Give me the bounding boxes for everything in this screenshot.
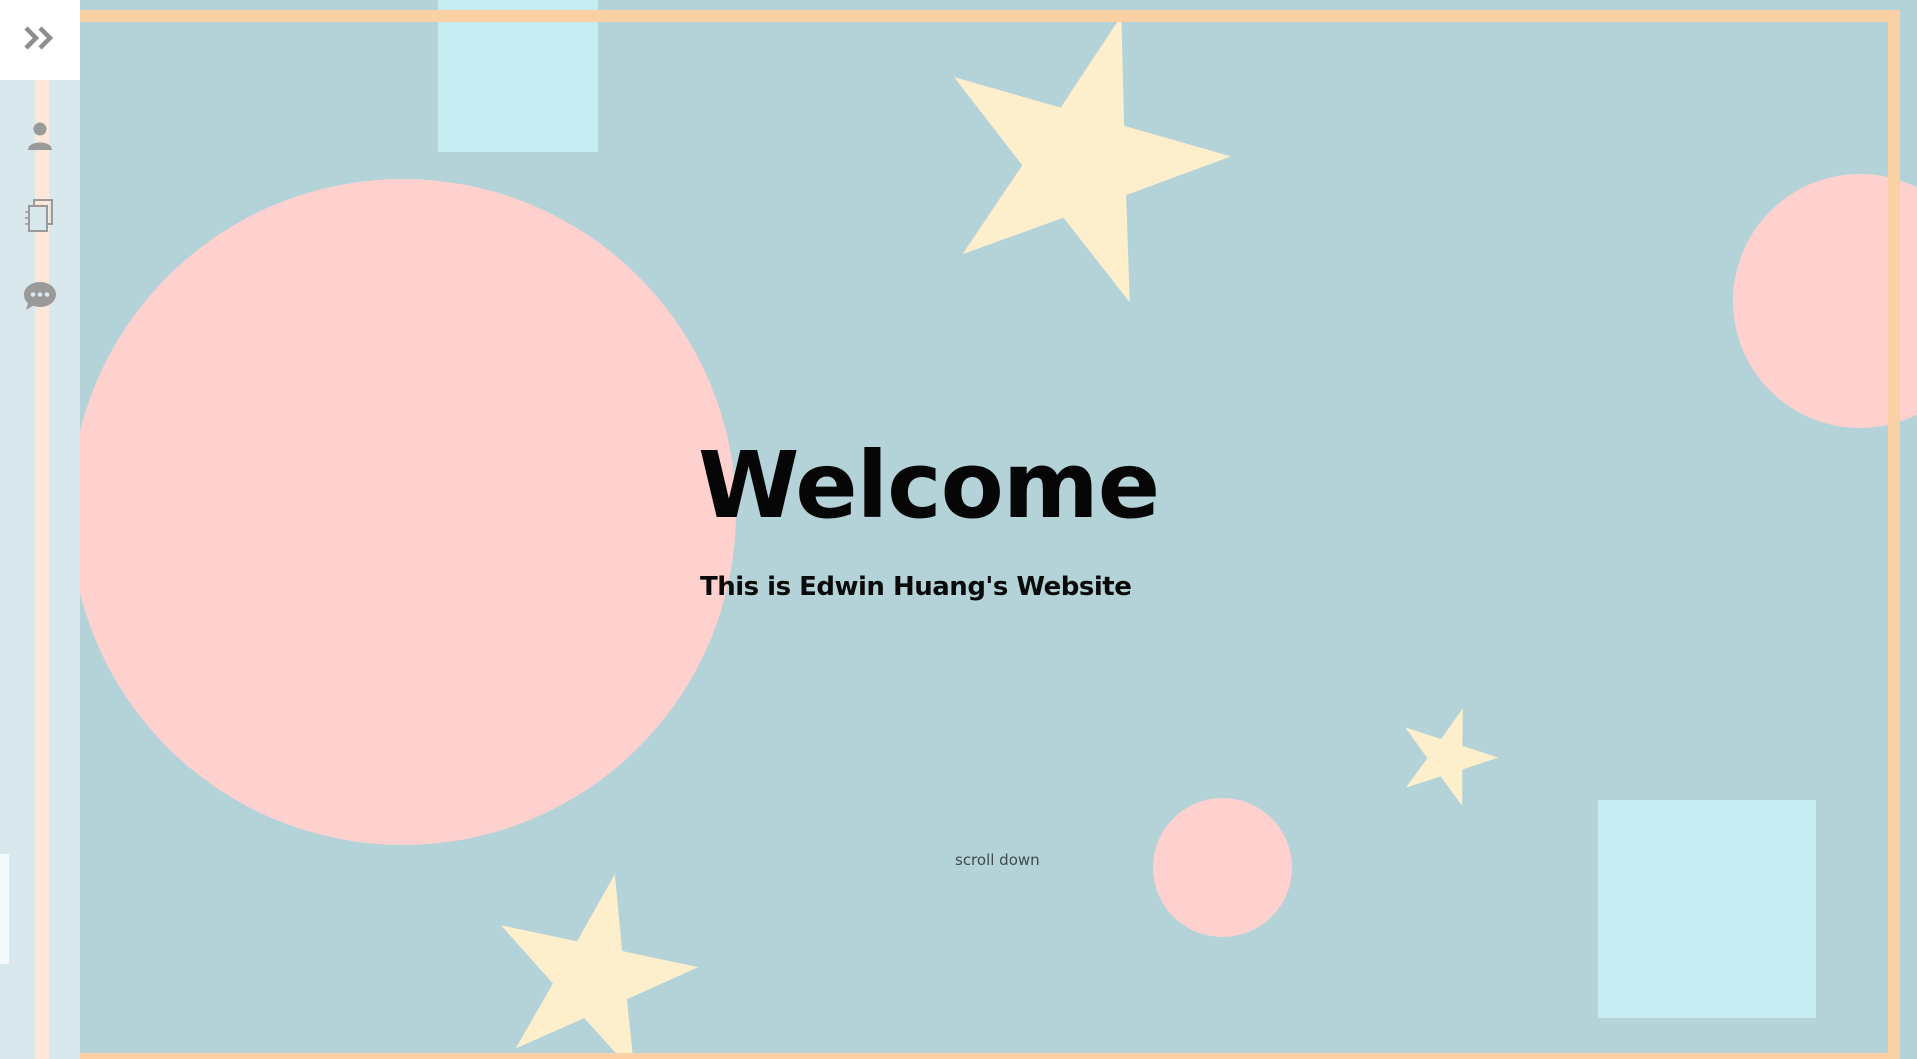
- sidebar: [0, 0, 80, 1059]
- page-subtitle: This is Edwin Huang's Website: [700, 572, 1132, 602]
- decor-star-bottom: [468, 852, 717, 1059]
- sidebar-item-documents[interactable]: [20, 198, 60, 238]
- decor-square-bottom-right: [1598, 800, 1816, 1018]
- frame-top: [80, 10, 1900, 22]
- frame-bottom: [80, 1053, 1900, 1059]
- sidebar-item-contact[interactable]: [20, 278, 60, 318]
- chat-bubble-icon: [22, 279, 58, 317]
- scroll-down-link[interactable]: scroll down: [955, 851, 1040, 869]
- frame-right: [1888, 10, 1900, 1059]
- sidebar-toggle-button[interactable]: [0, 0, 80, 80]
- documents-icon: [23, 198, 57, 238]
- page-title: Welcome: [698, 432, 1160, 539]
- sidebar-item-about[interactable]: [20, 118, 60, 158]
- sidebar-edge-tab[interactable]: [0, 854, 9, 964]
- double-chevron-right-icon: [23, 24, 57, 56]
- decor-square-top: [438, 0, 598, 152]
- page: Welcome This is Edwin Huang's Website sc…: [0, 0, 1917, 1059]
- decor-star-top: [894, 0, 1265, 346]
- person-icon: [25, 120, 55, 156]
- decor-star-small: [1383, 693, 1512, 822]
- decor-circle-small: [1153, 798, 1292, 937]
- decor-circle-large: [70, 179, 736, 845]
